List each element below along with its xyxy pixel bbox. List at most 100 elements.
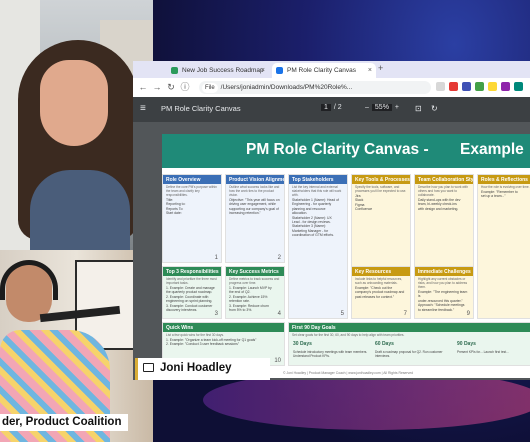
card-item: Approach: "Schedule meetings	[418, 303, 465, 308]
tab-label: New Job Success Roadmap	[182, 67, 264, 74]
card-number: 9	[466, 311, 470, 317]
card-heading: Key Tools & Processes	[352, 175, 410, 184]
goal-text: Draft a roadmap proposal for Q2. Run cus…	[375, 350, 443, 359]
canvas-card: Top 3 Responsibilities Identify and prior…	[162, 266, 222, 319]
goal-text: Schedule introductory meetings with team…	[293, 350, 368, 359]
card-description: Specify the tools, software, and process…	[355, 185, 407, 193]
goal-label: 30 Days	[293, 341, 312, 347]
card-heading: Product Vision Alignment	[226, 175, 284, 184]
canvas-card: Roles & Reflections How the role is evolv…	[477, 174, 530, 319]
pdf-viewport[interactable]: PM Role Clarity Canvas - Example Role Ov…	[133, 122, 530, 380]
card-description: Define the core PM's purpose within the …	[166, 185, 217, 197]
canvas-card: Key Resources Include links to helpful re…	[351, 266, 411, 319]
pdf-page: PM Role Clarity Canvas - Example Role Ov…	[162, 134, 530, 378]
canvas-card: Role Overview Define the core PM's purpos…	[162, 174, 222, 263]
menu-icon[interactable]: ≡	[140, 103, 146, 114]
card-description: Outline what success looks like and how …	[229, 185, 280, 197]
card-heading: Roles & Reflections	[478, 175, 530, 184]
screen-share-icon	[143, 363, 154, 372]
tab-label: PM Role Clarity Canvas	[287, 67, 356, 74]
card-number: 7	[403, 311, 407, 317]
card-item: Confluence	[355, 207, 373, 212]
pdf-title: PM Role Clarity Canvas	[161, 104, 241, 113]
goal-text: Present KPIs for... Launch first test...	[457, 350, 509, 354]
card-heading: Team Collaboration Style	[415, 175, 473, 184]
participant-shirt	[30, 170, 130, 250]
canvas-title-suffix: Example	[460, 141, 524, 158]
extension-icon[interactable]	[514, 82, 523, 91]
card-number: 3	[214, 311, 218, 317]
extension-icon[interactable]	[449, 82, 458, 91]
tab-bar: New Job Success Roadmap × PM Role Clarit…	[133, 61, 530, 78]
card-heading: Top Stakeholders	[289, 175, 347, 184]
goal-label: 90 Days	[457, 341, 476, 347]
card-item: to streamline feedback."	[418, 307, 455, 312]
canvas-card: Immediate Challenges Highlight any curren…	[414, 266, 474, 319]
address-bar: ← → ↻ ⓘ File/Users/joniadmin/Downloads/P…	[133, 78, 530, 97]
presenter-label: Joni Hoadley	[135, 358, 270, 380]
participant-caption: der, Product Coalition	[0, 414, 128, 431]
card-item: past releases for context."	[355, 294, 395, 299]
tab-job-roadmap[interactable]: New Job Success Roadmap ×	[167, 63, 269, 78]
card-heading: Quick Wins	[163, 323, 284, 332]
close-icon[interactable]: ×	[368, 63, 372, 78]
card-item: from 5% to 3%.	[229, 308, 253, 313]
tab-role-canvas[interactable]: PM Role Clarity Canvas ×	[272, 63, 376, 78]
extension-icon[interactable]	[501, 82, 510, 91]
canvas-card: Product Vision Alignment Outline what suc…	[225, 174, 285, 263]
card-description: List the key internal and external stake…	[292, 185, 342, 197]
zoom-value[interactable]: 55%	[371, 104, 392, 111]
tab-favicon-icon	[276, 67, 283, 74]
card-description: Set clear goals for the first 30, 60, an…	[292, 333, 405, 337]
card-heading: Top 3 Responsibilities	[163, 267, 221, 276]
page-indicator: 1/ 2	[321, 104, 342, 111]
card-heading: Immediate Challenges	[415, 267, 473, 276]
card-item: increasing retention."	[229, 211, 261, 216]
card-item: with design and marketing.	[418, 206, 459, 211]
goal-label: 60 Days	[375, 341, 394, 347]
url-input[interactable]: File/Users/joniadmin/Downloads/PM%20Role…	[199, 81, 431, 94]
card-number: 4	[277, 311, 281, 317]
rotate-icon[interactable]: ↻	[431, 104, 438, 113]
card-description: Describe how you plan to work with other…	[418, 185, 468, 197]
page-total: / 2	[333, 104, 342, 111]
back-button[interactable]: ←	[137, 81, 149, 94]
bookmark-star-icon[interactable]	[436, 82, 445, 91]
url-text: /Users/joniadmin/Downloads/PM%20Role%...	[220, 84, 353, 91]
zoom-out-button[interactable]: –	[365, 104, 369, 111]
info-icon[interactable]: ⓘ	[179, 81, 191, 94]
browser-window: New Job Success Roadmap × PM Role Clarit…	[133, 61, 530, 380]
page-number-input[interactable]: 1	[321, 104, 331, 111]
participant-video-top	[0, 0, 153, 250]
pdf-toolbar: ≡ PM Role Clarity Canvas 1/ 2 –55% + ⊡ ↻	[133, 97, 530, 122]
card-item: set up a team..."	[481, 194, 506, 199]
zoom-in-button[interactable]: +	[395, 104, 399, 111]
canvas-header: PM Role Clarity Canvas - Example	[162, 134, 530, 168]
card-description: Define metrics to track success and prog…	[229, 277, 280, 285]
canvas-card: First 90 Day Goals Set clear goals for th…	[288, 322, 530, 366]
reload-button[interactable]: ↻	[165, 81, 177, 94]
goal-column: 60 Days Draft a roadmap proposal for Q2. …	[375, 341, 453, 358]
close-icon[interactable]: ×	[261, 63, 265, 78]
extension-icon[interactable]	[462, 82, 471, 91]
card-description: Highlight any current obstacles or risks…	[418, 277, 468, 289]
forward-button[interactable]: →	[151, 81, 163, 94]
card-heading: First 90 Day Goals	[289, 323, 530, 332]
card-item: 2. Example: "Conduct 3 user feedback ses…	[166, 342, 240, 347]
card-item: engineering on sprint planning.	[166, 299, 213, 304]
card-item: discovery interviews.	[166, 308, 198, 313]
card-description: Identify and prioritize the three most i…	[166, 277, 217, 285]
card-number: 10	[274, 358, 281, 364]
presenter-name: Joni Hoadley	[160, 362, 232, 374]
card-item: coordination of GTM efforts.	[292, 233, 334, 238]
extension-icon[interactable]	[475, 82, 484, 91]
card-description: Include links to helpful resources, such…	[355, 277, 403, 285]
card-number: 1	[214, 255, 218, 261]
card-heading: Role Overview	[163, 175, 221, 184]
new-tab-button[interactable]: +	[378, 63, 383, 73]
extension-icon[interactable]	[488, 82, 497, 91]
canvas-card: Key Success Metrics Define metrics to tra…	[225, 266, 285, 319]
card-heading: Key Resources	[352, 267, 410, 276]
fit-page-icon[interactable]: ⊡	[415, 104, 422, 113]
card-item: Start date:	[166, 211, 182, 216]
